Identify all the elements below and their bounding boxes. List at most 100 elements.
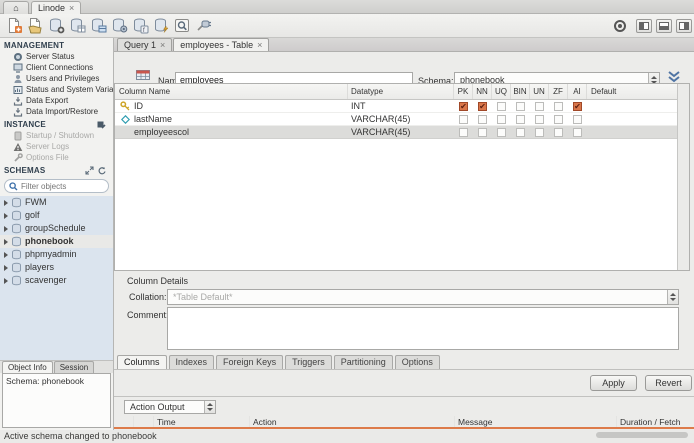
stepper-icon[interactable] xyxy=(204,401,215,413)
header-action[interactable]: Action xyxy=(250,416,455,427)
tab-query-1[interactable]: Query 1 × xyxy=(117,38,173,51)
header-pk[interactable]: PK xyxy=(454,84,473,99)
tab-object-info[interactable]: Object Info xyxy=(2,361,53,373)
chevron-expand-icon[interactable] xyxy=(666,70,684,84)
header-duration[interactable]: Duration / Fetch xyxy=(617,416,694,427)
nn-checkbox[interactable] xyxy=(478,114,487,124)
expander-icon[interactable] xyxy=(4,212,8,219)
nn-checkbox[interactable]: ✔ xyxy=(478,101,487,111)
pk-checkbox[interactable] xyxy=(459,127,468,137)
collation-select[interactable]: *Table Default* xyxy=(167,289,679,305)
connection-tab[interactable]: Linode × xyxy=(31,1,82,14)
reconnect-icon[interactable] xyxy=(193,16,214,36)
sidebar-item-options-file[interactable]: Options File xyxy=(0,152,113,163)
header-bin[interactable]: BIN xyxy=(511,84,530,99)
home-tab[interactable]: ⌂ xyxy=(3,1,29,14)
revert-button[interactable]: Revert xyxy=(645,375,692,391)
comment-textarea[interactable] xyxy=(167,307,679,350)
create-view-icon[interactable] xyxy=(88,16,109,36)
sidebar-item-status-system-variables[interactable]: Status and System Variables xyxy=(0,84,113,95)
header-message[interactable]: Message xyxy=(455,416,617,427)
header-datatype[interactable]: Datatype xyxy=(348,84,454,99)
tab-options[interactable]: Options xyxy=(394,355,440,369)
toggle-secondary-sidebar-button[interactable] xyxy=(676,19,692,33)
create-function-icon[interactable]: f xyxy=(130,16,151,36)
zf-checkbox[interactable] xyxy=(554,127,563,137)
schema-item-phpmyadmin[interactable]: phpmyadmin xyxy=(0,248,113,261)
nn-checkbox[interactable] xyxy=(478,127,487,137)
tab-employees-table[interactable]: employees - Table × xyxy=(173,38,270,51)
sidebar-item-server-status[interactable]: Server Status xyxy=(0,51,113,62)
expander-icon[interactable] xyxy=(4,264,8,271)
create-trigger-icon[interactable] xyxy=(151,16,172,36)
header-zf[interactable]: ZF xyxy=(549,84,568,99)
un-checkbox[interactable] xyxy=(535,114,544,124)
uq-checkbox[interactable] xyxy=(497,127,506,137)
stepper-icon[interactable] xyxy=(667,290,678,304)
schema-item-players[interactable]: players xyxy=(0,261,113,274)
header-uq[interactable]: UQ xyxy=(492,84,511,99)
uq-checkbox[interactable] xyxy=(497,114,506,124)
table-row[interactable]: lastName VARCHAR(45) xyxy=(115,113,677,126)
tab-triggers[interactable]: Triggers xyxy=(285,355,332,369)
zf-checkbox[interactable] xyxy=(554,101,563,111)
bin-checkbox[interactable] xyxy=(516,127,525,137)
schema-item-scavenger[interactable]: scavenger xyxy=(0,274,113,287)
expander-icon[interactable] xyxy=(4,199,8,206)
header-un[interactable]: UN xyxy=(530,84,549,99)
table-row[interactable]: ID INT ✔ ✔ ✔ xyxy=(115,100,677,113)
tab-indexes[interactable]: Indexes xyxy=(168,355,215,369)
horizontal-scrollbar[interactable] xyxy=(596,432,688,438)
ai-checkbox[interactable] xyxy=(573,127,582,137)
bin-checkbox[interactable] xyxy=(516,101,525,111)
table-row[interactable]: employeescol VARCHAR(45) xyxy=(115,126,677,139)
un-checkbox[interactable] xyxy=(535,101,544,111)
header-column-name[interactable]: Column Name xyxy=(115,84,348,99)
sidebar-item-users-privileges[interactable]: Users and Privileges xyxy=(0,73,113,84)
schema-filter-input[interactable] xyxy=(21,181,101,191)
create-schema-icon[interactable] xyxy=(46,16,67,36)
tab-foreign-keys[interactable]: Foreign Keys xyxy=(216,355,284,369)
sidebar-item-data-export[interactable]: Data Export xyxy=(0,95,113,106)
close-icon[interactable]: × xyxy=(257,40,262,50)
header-ai[interactable]: AI xyxy=(568,84,587,99)
ai-checkbox[interactable] xyxy=(573,114,582,124)
close-icon[interactable]: × xyxy=(160,40,165,50)
expander-icon[interactable] xyxy=(4,238,8,245)
tab-columns[interactable]: Columns xyxy=(117,355,167,369)
refresh-icon[interactable] xyxy=(97,166,106,175)
expand-all-icon[interactable] xyxy=(85,166,94,175)
pk-checkbox[interactable] xyxy=(459,114,468,124)
un-checkbox[interactable] xyxy=(535,127,544,137)
apply-button[interactable]: Apply xyxy=(590,375,637,391)
expander-icon[interactable] xyxy=(4,251,8,258)
schema-item-groupschedule[interactable]: groupSchedule xyxy=(0,222,113,235)
sidebar-item-startup-shutdown[interactable]: Startup / Shutdown xyxy=(0,130,113,141)
ai-checkbox[interactable]: ✔ xyxy=(573,101,582,111)
schema-item-phonebook[interactable]: phonebook xyxy=(0,235,113,248)
create-procedure-icon[interactable] xyxy=(109,16,130,36)
bin-checkbox[interactable] xyxy=(516,114,525,124)
search-icon[interactable] xyxy=(172,16,193,36)
zf-checkbox[interactable] xyxy=(554,114,563,124)
grid-scrollbar[interactable] xyxy=(677,84,689,270)
sidebar-item-data-import[interactable]: Data Import/Restore xyxy=(0,106,113,117)
header-time[interactable]: Time xyxy=(154,416,250,427)
header-nn[interactable]: NN xyxy=(473,84,492,99)
pk-checkbox[interactable]: ✔ xyxy=(459,101,468,111)
header-default[interactable]: Default xyxy=(587,84,677,99)
output-selector[interactable]: Action Output xyxy=(124,400,216,414)
expander-icon[interactable] xyxy=(4,225,8,232)
schema-item-fwm[interactable]: FWM xyxy=(0,196,113,209)
toggle-sidebar-button[interactable] xyxy=(636,19,652,33)
close-icon[interactable]: × xyxy=(69,3,74,13)
sidebar-item-server-logs[interactable]: Server Logs xyxy=(0,141,113,152)
tab-session[interactable]: Session xyxy=(53,361,95,373)
tab-partitioning[interactable]: Partitioning xyxy=(333,355,393,369)
schema-item-golf[interactable]: golf xyxy=(0,209,113,222)
sidebar-item-client-connections[interactable]: Client Connections xyxy=(0,62,113,73)
expander-icon[interactable] xyxy=(4,277,8,284)
open-script-icon[interactable] xyxy=(25,16,46,36)
new-query-icon[interactable] xyxy=(4,16,25,36)
uq-checkbox[interactable] xyxy=(497,101,506,111)
